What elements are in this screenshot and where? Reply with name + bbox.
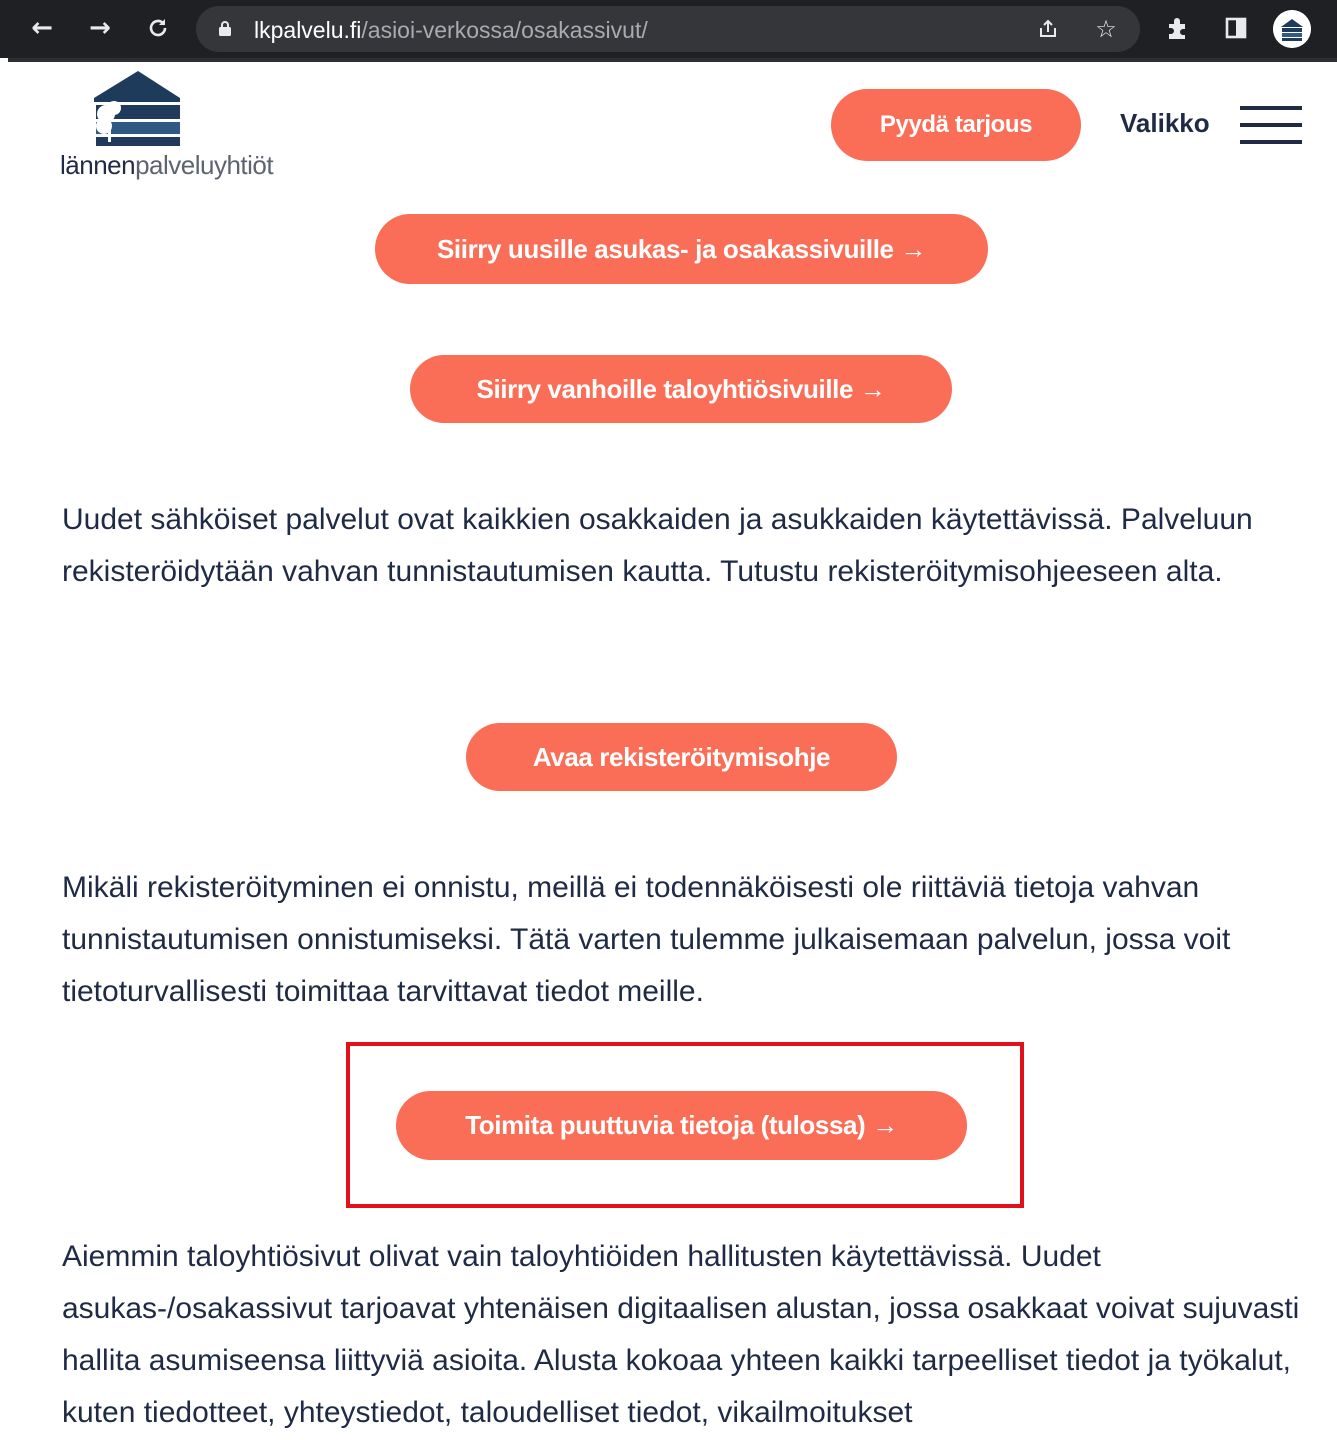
toolbar-divider [8,58,1337,62]
menu-label[interactable]: Valikko [1120,108,1210,139]
registration-guide-button[interactable]: Avaa rekisteröitymisohje [466,723,897,791]
browser-toolbar: ← → lkpalvelu.fi/asioi-verkossa/osakassi… [0,0,1337,58]
intro-paragraph: Uudet sähköiset palvelut ovat kaikkien o… [62,503,1253,588]
logo-building-icon [94,71,180,146]
lock-icon [218,20,232,36]
url-domain: lkpalvelu.fi [254,17,362,43]
request-quote-button[interactable]: Pyydä tarjous [831,89,1081,161]
back-arrow-icon[interactable]: ← [26,12,58,44]
extensions-icon[interactable] [1162,12,1194,44]
url-path: /asioi-verkossa/osakassivut/ [361,17,648,43]
logo-text-part2: palveluyhtiöt [135,150,274,180]
old-housing-pages-button[interactable]: Siirry vanhoille taloyhtiösivuille → [410,355,952,423]
star-icon[interactable]: ☆ [1092,15,1120,43]
url-text: lkpalvelu.fi/asioi-verkossa/osakassivut/ [254,17,648,44]
new-resident-pages-button[interactable]: Siirry uusille asukas- ja osakassivuille… [375,214,988,284]
registration-info-paragraph: Mikäli rekisteröityminen ei onnistu, mei… [62,871,1231,1008]
about-paragraph: Aiemmin taloyhtiösivut olivat vain taloy… [62,1240,1300,1429]
hamburger-menu-icon[interactable] [1240,106,1302,146]
forward-arrow-icon[interactable]: → [84,12,116,44]
side-panel-icon[interactable] [1220,12,1252,44]
share-icon[interactable] [1034,15,1062,43]
reload-icon[interactable] [142,12,174,44]
logo-wordmark: lännenpalveluyhtiöt [60,150,274,181]
submit-missing-info-button[interactable]: Toimita puuttuvia tietoja (tulossa) → [396,1091,967,1160]
profile-avatar[interactable] [1273,10,1311,48]
logo-text-part1: lännen [60,150,136,180]
address-bar[interactable]: lkpalvelu.fi/asioi-verkossa/osakassivut/… [196,6,1140,52]
